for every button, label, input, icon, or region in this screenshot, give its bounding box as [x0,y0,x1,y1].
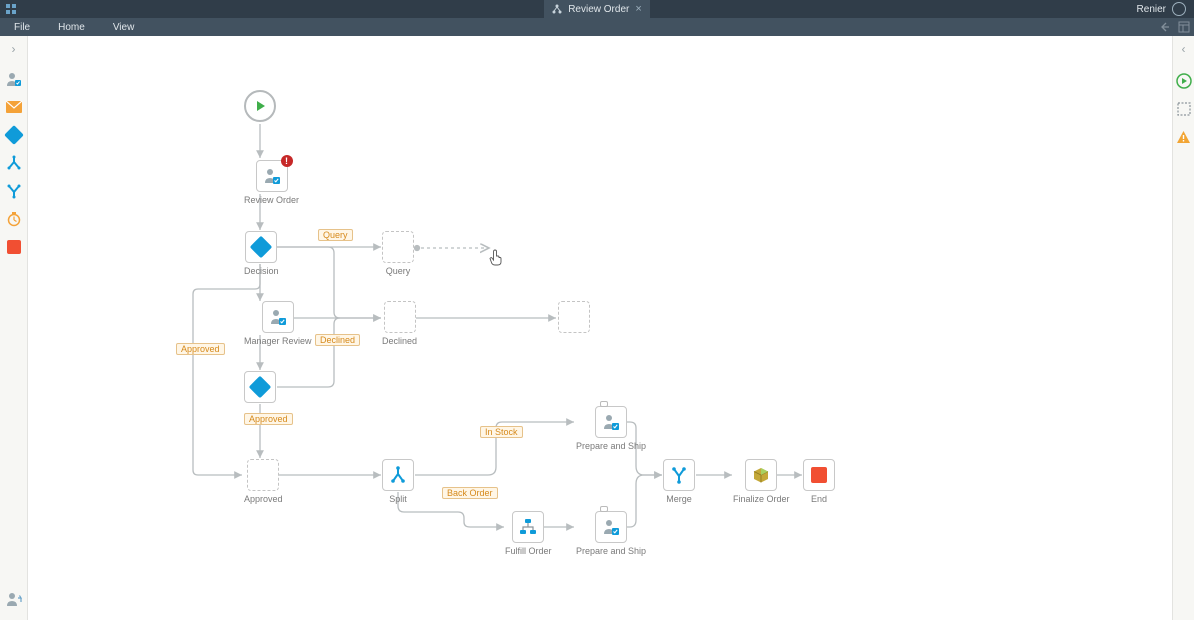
node-label: Prepare and Ship [576,546,646,556]
app-icon [4,2,18,16]
node-declined[interactable]: Declined [382,301,417,346]
error-badge-icon: ! [281,155,293,167]
port-indicator-icon [600,401,608,407]
diamond-icon [250,236,273,259]
avatar-icon [1172,2,1186,16]
merge-icon [670,466,688,484]
palette-end[interactable] [3,236,25,258]
node-fulfill-order[interactable]: Fulfill Order [505,511,552,556]
node-decision[interactable]: Decision [244,231,279,276]
node-label: End [803,494,835,504]
palette-merge[interactable] [3,180,25,202]
undo-icon[interactable] [1158,21,1170,33]
expand-right-panel-button[interactable]: ‹ [1173,36,1194,62]
user-task-icon [602,518,620,536]
palette-decision[interactable] [3,124,25,146]
menu-view[interactable]: View [113,22,135,33]
node-end[interactable]: End [803,459,835,504]
node-label: Query [382,266,414,276]
port-indicator-icon [600,506,608,512]
node-finalize-order[interactable]: Finalize Order [733,459,790,504]
node-declined-end[interactable] [558,301,590,333]
menu-bar: File Home View [0,18,1194,36]
selection-tool-icon[interactable] [1175,100,1193,118]
palette-timer[interactable] [3,208,25,230]
document-tab[interactable]: Review Order × [544,0,650,18]
node-review-order[interactable]: ! Review Order [244,160,299,205]
expand-palette-button[interactable]: › [0,36,27,62]
menu-file[interactable]: File [14,22,30,33]
warnings-icon[interactable] [1175,128,1193,146]
subprocess-icon [519,518,537,536]
title-bar: Review Order × Renier [0,0,1194,18]
node-manager-review[interactable]: Manager Review [244,301,312,346]
user-name: Renier [1137,4,1166,15]
split-icon [389,466,407,484]
tab-label: Review Order [568,4,629,15]
edge-label-query[interactable]: Query [318,229,353,241]
run-button[interactable] [1175,72,1193,90]
palette-message[interactable] [3,96,25,118]
user-task-icon [263,167,281,185]
node-approved[interactable]: Approved [244,459,283,504]
node-label: Merge [663,494,695,504]
menu-home[interactable]: Home [58,22,85,33]
user-task-icon [269,308,287,326]
node-label: Fulfill Order [505,546,552,556]
workspace: › ‹ [0,36,1194,620]
palette-split[interactable] [3,152,25,174]
node-label: Approved [244,494,283,504]
edge-label-approved-2[interactable]: Approved [244,413,293,425]
node-label: Review Order [244,195,299,205]
edge-label-approved-1[interactable]: Approved [176,343,225,355]
node-split[interactable]: Split [382,459,414,504]
package-icon [752,466,770,484]
node-label: Split [382,494,414,504]
node-merge[interactable]: Merge [663,459,695,504]
user-area[interactable]: Renier [1137,0,1186,18]
menubar-right-tools [1158,18,1190,36]
node-query[interactable]: Query [382,231,414,276]
flow-canvas[interactable]: ! Review Order Decision Query Manager Re… [28,36,1172,620]
tool-palette: › [0,36,28,620]
end-icon [811,467,827,483]
node-label: Declined [382,336,417,346]
node-start[interactable] [244,90,276,122]
user-task-icon [602,413,620,431]
layout-icon[interactable] [1178,21,1190,33]
palette-user-task[interactable] [3,68,25,90]
node-label: Prepare and Ship [576,441,646,451]
node-label: Finalize Order [733,494,790,504]
play-icon [253,99,267,113]
node-label: Decision [244,266,279,276]
close-tab-icon[interactable]: × [635,3,641,15]
edge-label-declined[interactable]: Declined [315,334,360,346]
edge-label-in-stock[interactable]: In Stock [480,426,523,438]
right-panel: ‹ [1172,36,1194,620]
node-decision-2[interactable] [244,371,276,403]
palette-return[interactable] [3,588,25,610]
flow-icon [552,4,562,14]
diamond-icon [249,376,272,399]
node-label: Manager Review [244,336,312,346]
node-prepare-ship-1[interactable]: Prepare and Ship [576,406,646,451]
node-prepare-ship-2[interactable]: Prepare and Ship [576,511,646,556]
edge-label-back-order[interactable]: Back Order [442,487,498,499]
